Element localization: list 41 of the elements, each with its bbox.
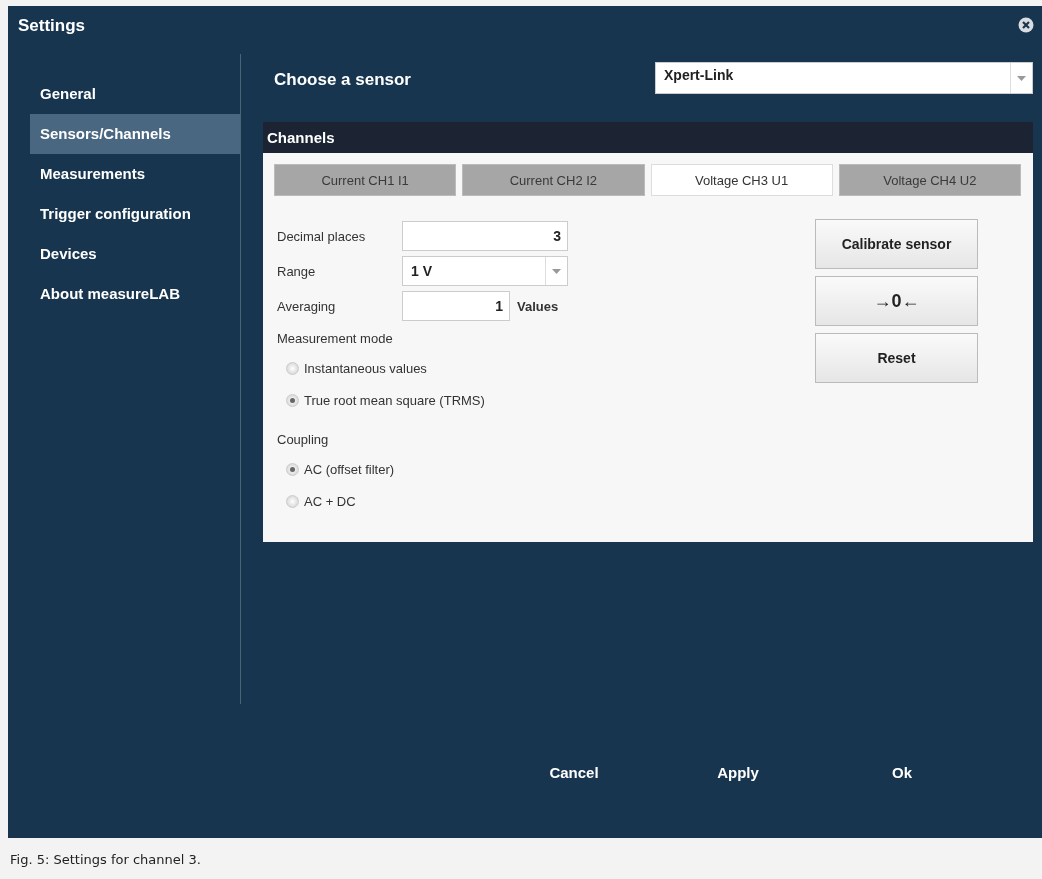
action-button[interactable]: →0← bbox=[815, 276, 978, 326]
sidebar-item[interactable]: About measureLAB bbox=[30, 274, 240, 314]
field-label: Decimal places bbox=[277, 228, 367, 244]
footer-button[interactable]: Apply bbox=[684, 754, 792, 790]
channel-tab[interactable]: Voltage CH4 U2 bbox=[838, 164, 1021, 196]
radio-label[interactable]: Instantaneous values bbox=[304, 360, 427, 376]
dropdown-caret-icon bbox=[1017, 75, 1026, 81]
channel-tab[interactable]: Voltage CH3 U1 bbox=[650, 164, 833, 196]
window-title: Settings bbox=[18, 16, 86, 36]
radio-label[interactable]: True root mean square (TRMS) bbox=[304, 392, 485, 408]
group-label: Measurement mode bbox=[277, 331, 394, 346]
figure-caption: Fig. 5: Settings for channel 3. bbox=[9, 851, 202, 867]
close-icon[interactable] bbox=[1018, 17, 1034, 33]
averaging-field[interactable]: 1 bbox=[402, 291, 510, 321]
radio-label[interactable]: AC (offset filter) bbox=[304, 461, 395, 477]
sidebar-item[interactable]: Measurements bbox=[30, 154, 240, 194]
sidebar-item[interactable]: Devices bbox=[30, 234, 240, 274]
radio-label[interactable]: AC + DC bbox=[304, 493, 356, 509]
group-label: Coupling bbox=[277, 432, 330, 447]
channel-tab[interactable]: Current CH2 I2 bbox=[462, 164, 645, 196]
footer-button[interactable]: Cancel bbox=[520, 754, 628, 790]
sidebar-item[interactable]: Trigger configuration bbox=[30, 194, 240, 234]
radio-button[interactable] bbox=[286, 462, 299, 476]
sensor-dropdown[interactable]: Xpert-Link bbox=[655, 62, 1033, 94]
channels-header: Channels bbox=[263, 122, 1033, 153]
radio-button[interactable] bbox=[286, 393, 299, 407]
dropdown-caret-icon bbox=[552, 268, 561, 274]
sidebar-item[interactable]: General bbox=[30, 74, 240, 114]
footer-button[interactable]: Ok bbox=[848, 754, 956, 790]
action-button[interactable]: Reset bbox=[815, 333, 978, 383]
decimal-places-field[interactable]: 3 bbox=[402, 221, 568, 251]
channel-tab[interactable]: Current CH1 I1 bbox=[274, 164, 457, 196]
unit-label: Values bbox=[517, 298, 559, 314]
radio-button[interactable] bbox=[286, 494, 299, 508]
sidebar-item[interactable]: Sensors/Channels bbox=[30, 114, 240, 154]
field-label: Range bbox=[277, 263, 317, 279]
sensor-label: Choose a sensor bbox=[274, 70, 411, 90]
action-button[interactable]: Calibrate sensor bbox=[815, 219, 978, 269]
range-dropdown[interactable]: 1 V bbox=[402, 256, 568, 286]
field-label: Averaging bbox=[277, 298, 337, 314]
radio-button[interactable] bbox=[286, 361, 299, 375]
